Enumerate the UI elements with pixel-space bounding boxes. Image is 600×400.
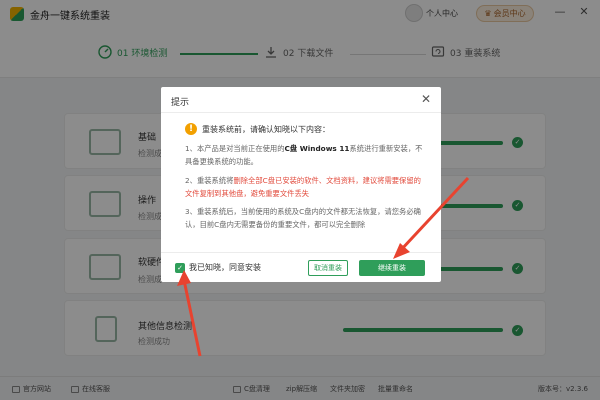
notice-item-2: 2、重装系统将删除全部C盘已安装的软件、文档资料，建议将需要保留的文件复制到其他… <box>185 174 425 200</box>
continue-reinstall-button[interactable]: 继续重装 <box>359 260 425 276</box>
notice-item-1: 1、本产品是对当前正在使用的C盘 Windows 11系统进行重新安装，不具备更… <box>185 142 425 168</box>
checkbox-checked-icon[interactable]: ✓ <box>175 262 185 273</box>
notice-text: 3、重装系统后，当前使用的系统及C盘内的文件都无法恢复，请您务必确认，目前C盘内… <box>185 207 421 229</box>
warning-icon: ! <box>185 123 197 135</box>
close-icon[interactable]: ✕ <box>421 92 431 106</box>
dialog-header: 提示 ✕ <box>161 87 441 113</box>
dialog-title: 提示 <box>171 98 190 108</box>
agree-label: 我已知晓，同意安装 <box>189 263 261 272</box>
agree-checkbox[interactable]: ✓ 我已知晓，同意安装 <box>175 262 261 273</box>
notice-text: 1、本产品是对当前正在使用的 <box>185 144 285 153</box>
notice-item-3: 3、重装系统后，当前使用的系统及C盘内的文件都无法恢复，请您务必确认，目前C盘内… <box>185 205 425 231</box>
divider <box>161 252 441 253</box>
confirm-dialog: 提示 ✕ ! 重装系统前，请确认知晓以下内容： 1、本产品是对当前正在使用的C盘… <box>161 87 441 282</box>
dialog-heading: 重装系统前，请确认知晓以下内容： <box>202 125 330 134</box>
notice-emphasis: C盘 Windows 11 <box>284 144 350 153</box>
cancel-reinstall-button[interactable]: 取消重装 <box>308 260 348 276</box>
notice-text: 2、重装系统将 <box>185 176 234 185</box>
